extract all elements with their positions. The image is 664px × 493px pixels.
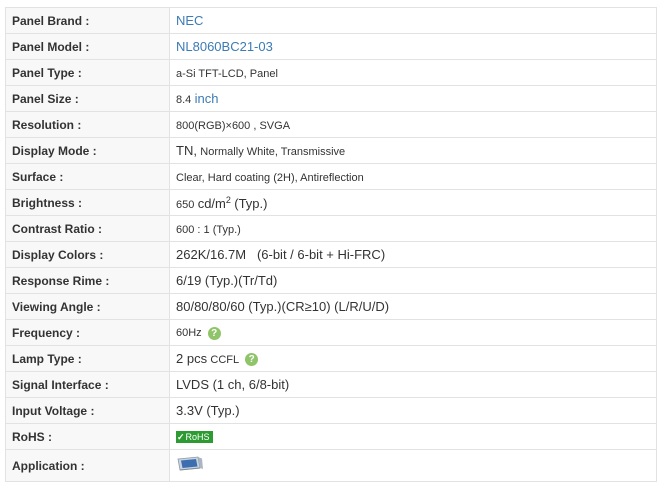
signal-interface-cell: LVDS (1 ch, 6/8-bit): [169, 371, 657, 398]
rohs-cell: ✓RoHS: [169, 423, 657, 450]
brightness-unit-exponent: 2: [225, 194, 231, 205]
panel-model-cell: NL8060BC21-03: [169, 33, 657, 60]
contrast-ratio-value: 600 : 1 (Typ.): [176, 223, 241, 236]
table-row: Display Mode : TN, Normally White, Trans…: [5, 137, 657, 164]
brightness-cell: 650 cd/m2 (Typ.): [169, 189, 657, 216]
row-label: Panel Type :: [5, 59, 170, 86]
viewing-angle-value: 80/80/80/60 (Typ.)(CR≥10) (L/R/U/D): [176, 299, 390, 314]
lamp-type-value: CCFL: [210, 353, 240, 366]
surface-cell: Clear, Hard coating (2H), Antireflection: [169, 163, 657, 190]
response-time-cell: 6/19 (Typ.)(Tr/Td): [169, 267, 657, 294]
resolution-cell: 800(RGB)×600 , SVGA: [169, 111, 657, 138]
row-label: Display Colors :: [5, 241, 170, 268]
table-row: Input Voltage : 3.3V (Typ.): [5, 397, 657, 424]
row-label: Input Voltage :: [5, 397, 170, 424]
row-label: Response Rime :: [5, 267, 170, 294]
check-icon: ✓: [177, 432, 185, 443]
table-row: Surface : Clear, Hard coating (2H), Anti…: [5, 163, 657, 190]
row-label: Viewing Angle :: [5, 293, 170, 320]
table-row: Display Colors : 262K/16.7M (6-bit / 6-b…: [5, 241, 657, 268]
panel-type-cell: a-Si TFT-LCD, Panel: [169, 59, 657, 86]
row-label: Panel Brand :: [5, 7, 170, 34]
rohs-badge: ✓RoHS: [176, 431, 213, 444]
row-label: Panel Size :: [5, 85, 170, 112]
contrast-ratio-cell: 600 : 1 (Typ.): [169, 215, 657, 242]
table-row: Viewing Angle : 80/80/80/60 (Typ.)(CR≥10…: [5, 293, 657, 320]
display-colors-cell: 262K/16.7M (6-bit / 6-bit + Hi-FRC): [169, 241, 657, 268]
row-label: Panel Model :: [5, 33, 170, 60]
monitor-icon[interactable]: [176, 455, 204, 476]
brightness-unit: cd/m: [197, 195, 226, 211]
table-row: Panel Size : 8.4 inch: [5, 85, 657, 112]
frequency-cell: 60Hz?: [169, 319, 657, 346]
lamp-type-cell: 2 pcs CCFL?: [169, 345, 657, 372]
table-row: Response Rime : 6/19 (Typ.)(Tr/Td): [5, 267, 657, 294]
panel-model-value[interactable]: NL8060BC21-03: [176, 39, 273, 54]
table-row: Brightness : 650 cd/m2 (Typ.): [5, 189, 657, 216]
table-row: Lamp Type : 2 pcs CCFL?: [5, 345, 657, 372]
frequency-value: 60Hz: [176, 327, 202, 340]
table-row: Signal Interface : LVDS (1 ch, 6/8-bit): [5, 371, 657, 398]
help-icon[interactable]: ?: [245, 353, 259, 367]
panel-size-unit[interactable]: inch: [195, 91, 219, 106]
viewing-angle-cell: 80/80/80/60 (Typ.)(CR≥10) (L/R/U/D): [169, 293, 657, 320]
input-voltage-value: 3.3V (Typ.): [176, 403, 240, 418]
table-row: Application :: [5, 449, 657, 482]
row-label: Application :: [5, 449, 170, 482]
panel-brand-value[interactable]: NEC: [176, 13, 203, 28]
table-row: Contrast Ratio : 600 : 1 (Typ.): [5, 215, 657, 242]
table-row: RoHS : ✓RoHS: [5, 423, 657, 450]
input-voltage-cell: 3.3V (Typ.): [169, 397, 657, 424]
help-icon[interactable]: ?: [207, 326, 221, 340]
panel-size-value: 8.4: [176, 94, 192, 106]
display-colors-value: 262K/16.7M (6-bit / 6-bit + Hi-FRC): [176, 247, 386, 262]
panel-brand-link[interactable]: NEC: [169, 7, 657, 34]
rohs-badge-text: RoHS: [185, 432, 210, 443]
display-mode-cell: TN, Normally White, Transmissive: [169, 137, 657, 164]
lamp-count: 2 pcs: [176, 350, 208, 366]
table-row: Panel Model : NL8060BC21-03: [5, 33, 657, 60]
row-label: Signal Interface :: [5, 371, 170, 398]
signal-interface-value: LVDS (1 ch, 6/8-bit): [176, 377, 290, 392]
table-row: Frequency : 60Hz?: [5, 319, 657, 346]
table-row: Panel Brand : NEC: [5, 7, 657, 34]
table-row: Resolution : 800(RGB)×600 , SVGA: [5, 111, 657, 138]
response-time-value: 6/19 (Typ.)(Tr/Td): [176, 273, 278, 288]
specification-table: Panel Brand : NEC Panel Model : NL8060BC…: [5, 7, 657, 482]
brightness-typ: (Typ.): [234, 195, 268, 211]
row-label: Resolution :: [5, 111, 170, 138]
row-label: RoHS :: [5, 423, 170, 450]
row-label: Display Mode :: [5, 137, 170, 164]
display-mode-rest: Normally White, Transmissive: [200, 146, 346, 158]
table-row: Panel Type : a-Si TFT-LCD, Panel: [5, 59, 657, 86]
row-label: Brightness :: [5, 189, 170, 216]
display-mode-main: TN,: [176, 143, 197, 158]
row-label: Frequency :: [5, 319, 170, 346]
resolution-value: 800(RGB)×600 , SVGA: [176, 119, 291, 132]
row-label: Contrast Ratio :: [5, 215, 170, 242]
row-label: Surface :: [5, 163, 170, 190]
brightness-number: 650: [176, 198, 195, 211]
row-label: Lamp Type :: [5, 345, 170, 372]
application-cell: [169, 449, 657, 482]
panel-size-cell: 8.4 inch: [169, 85, 657, 112]
surface-value: Clear, Hard coating (2H), Antireflection: [176, 171, 364, 184]
panel-type-value: a-Si TFT-LCD, Panel: [176, 67, 278, 80]
